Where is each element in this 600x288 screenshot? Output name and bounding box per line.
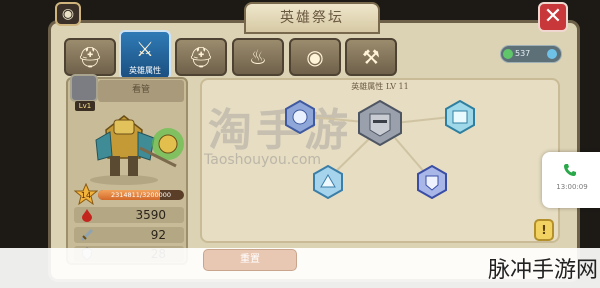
stat-row-attack: 92 <box>74 227 184 243</box>
skill-node-top-left[interactable] <box>283 100 317 134</box>
skill-node-bottom-right[interactable] <box>415 165 449 199</box>
blood-drop-icon <box>82 209 92 222</box>
hint-button[interactable]: ! <box>534 219 554 241</box>
flame-icon: ♨ <box>249 45 267 69</box>
skill-tree-title: 英雄属性 LV 11 <box>351 82 409 91</box>
skill-node-center[interactable] <box>356 100 404 146</box>
gem-icon <box>503 49 513 59</box>
hero-figure <box>90 115 184 185</box>
horned-helmet-icon: ⛑ <box>188 45 214 69</box>
level-star-icon: 14 <box>74 183 98 205</box>
stat-value: 92 <box>150 228 166 242</box>
stat-row-hp: 3590 <box>74 207 184 223</box>
skill-node-top-right[interactable] <box>443 100 477 134</box>
gem-resource: 537 <box>500 45 562 63</box>
camera-icon[interactable]: ◉ <box>55 2 81 26</box>
hammer-icon: ⚒ <box>362 45 380 69</box>
hero-name: 看管 <box>98 80 184 102</box>
hero-level: 14 <box>81 191 91 200</box>
tab-flame[interactable]: ♨ <box>232 38 284 76</box>
phone-widget[interactable] <box>542 152 600 208</box>
sack-icon: ◉ <box>306 45 324 69</box>
skill-node-bottom-left[interactable] <box>311 165 345 199</box>
tab-horned-helmet[interactable]: ⛑ <box>175 38 227 76</box>
banner-text: 脉冲手游网 <box>487 258 598 283</box>
close-button[interactable]: ✕ <box>538 2 568 32</box>
tab-hero-attributes[interactable]: ⚔ 英雄属性 <box>119 30 171 80</box>
phone-widget-text: 13:00:09 <box>556 183 588 191</box>
hero-portrait-icon[interactable] <box>70 74 98 102</box>
phone-icon <box>564 164 576 176</box>
potion-icon <box>547 49 557 59</box>
exp-text: 2314811/3200000 <box>110 191 172 199</box>
reset-button[interactable]: 重置 <box>203 249 297 271</box>
viking-helmet-icon: ⛑ <box>77 45 103 69</box>
tab-hammer[interactable]: ⚒ <box>345 38 397 76</box>
tab-sack[interactable]: ◉ <box>289 38 341 76</box>
sword-icon <box>80 228 94 242</box>
gem-value: 537 <box>515 49 531 58</box>
stat-value: 3590 <box>135 208 166 222</box>
window-title: 英雄祭坛 <box>244 2 380 34</box>
tab-label: 英雄属性 <box>129 66 161 75</box>
knight-helmet-icon: ⚔ <box>136 37 154 61</box>
tab-viking-helmet[interactable]: ⛑ <box>64 38 116 76</box>
